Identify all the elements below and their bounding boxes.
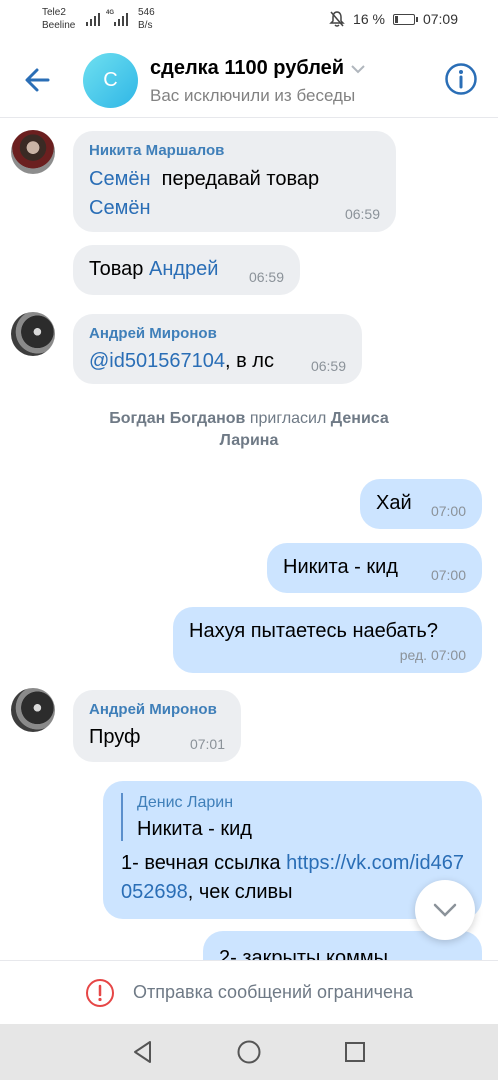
mention-link[interactable]: @id501567104 [89, 350, 225, 372]
mention-link[interactable]: Семён [89, 197, 150, 219]
nav-home-button[interactable] [235, 1038, 263, 1066]
carrier-1: Tele2 [42, 7, 66, 18]
chat-subtitle: Вас исключили из беседы [150, 86, 356, 105]
chat-header: С сделка 1100 рублей Вас исключили из бе… [0, 40, 498, 118]
avatar[interactable] [11, 312, 55, 356]
message-bubble[interactable]: Андрей Миронов Пруф 07:01 [73, 690, 241, 762]
avatar[interactable] [11, 130, 55, 174]
restriction-bar: Отправка сообщений ограничена [0, 960, 498, 1024]
restriction-text: Отправка сообщений ограничена [133, 982, 413, 1002]
message-text-part: передавай товар [161, 168, 320, 190]
message-text: Семён передавай товар [89, 165, 380, 194]
message-bubble[interactable]: Никита - кид 07:00 [267, 543, 482, 593]
carrier-names: Tele2 Beeline [42, 6, 75, 32]
message-sender[interactable]: Никита Маршалов [89, 141, 380, 161]
message-time: 06:59 [310, 358, 346, 374]
message-time: 07:01 [189, 736, 225, 752]
message-sender[interactable]: Андрей Миронов [89, 700, 225, 720]
reply-text: Никита - кид [137, 818, 252, 840]
square-recents-icon [345, 1042, 365, 1062]
chevron-down-icon [433, 903, 457, 917]
chat-title[interactable]: сделка 1100 рублей [150, 57, 366, 80]
info-icon [445, 63, 477, 95]
chevron-down-icon [351, 64, 365, 73]
scroll-down-button[interactable] [415, 880, 475, 940]
message-bubble[interactable]: Никита Маршалов Семён передавай товар Се… [73, 131, 396, 232]
speed-unit: B/s [138, 20, 153, 31]
avatar[interactable] [11, 688, 55, 732]
message-text: Хай [376, 492, 412, 514]
message-text: Товар [89, 258, 144, 280]
back-button[interactable] [20, 62, 56, 98]
carrier-2: Beeline [42, 20, 76, 31]
message-text: @id501567104, в лс [89, 348, 346, 374]
circle-home-icon [237, 1040, 261, 1064]
avatar-letter: С [103, 69, 118, 91]
info-button[interactable] [444, 62, 478, 96]
service-actor[interactable]: Богдан Богданов [109, 410, 245, 427]
message-text: 2- закрыты коммы [219, 947, 388, 960]
message-time: 07:00 [430, 567, 466, 583]
mention-link[interactable]: Андрей [149, 258, 218, 280]
triangle-back-icon [134, 1041, 151, 1063]
nav-recents-button[interactable] [341, 1038, 369, 1066]
message-feed[interactable]: Никита Маршалов Семён передавай товар Се… [0, 118, 498, 960]
message-bubble[interactable]: Андрей Миронов @id501567104, в лс 06:59 [73, 314, 362, 384]
message-time: 07:00 [430, 503, 466, 519]
error-circle-icon [86, 978, 114, 1007]
battery-icon [392, 13, 418, 25]
service-action: пригласил [249, 410, 327, 427]
mention-link[interactable]: Семён [89, 168, 150, 190]
reply-author: Денис Ларин [137, 794, 234, 811]
message-text: Нахуя пытаетесь наебать? [189, 620, 438, 642]
message-text-part: , чек сливы [187, 881, 293, 903]
network-speed: 546 B/s [138, 6, 155, 32]
speed-value: 546 [138, 7, 155, 18]
message-bubble[interactable]: Хай 07:00 [360, 479, 482, 529]
bell-muted-icon [329, 11, 345, 27]
message-text-part: 1- вечная ссылка [121, 852, 287, 874]
message-bubble[interactable]: Нахуя пытаетесь наебать? ред. 07:00 [173, 607, 482, 673]
system-nav-bar [0, 1024, 498, 1080]
chat-title-text: сделка 1100 рублей [150, 57, 345, 79]
network-type-1: 4G [106, 10, 115, 16]
message-time: 06:59 [248, 269, 284, 285]
arrow-left-icon [25, 68, 50, 92]
message-time: 06:59 [344, 206, 380, 222]
service-message: Богдан Богданов пригласил Дениса Ларина [90, 408, 408, 452]
status-right: 16 % 07:09 [329, 10, 458, 28]
status-bar: Tele2 Beeline 4G 546 B/s 16 % 07:09 [0, 0, 498, 40]
nav-back-button[interactable] [129, 1038, 157, 1066]
message-sender[interactable]: Андрей Миронов [89, 324, 346, 344]
message-text-part: , в лс [224, 350, 274, 372]
message-text: Никита - кид [283, 556, 398, 578]
signal-icon [114, 10, 128, 26]
message-time: ред. 07:00 [399, 647, 466, 663]
message-bubble[interactable]: Товар Андрей 06:59 [73, 245, 300, 295]
reply-quote[interactable]: Денис Ларин Никита - кид [121, 793, 464, 841]
message-text: 1- вечная ссылка https://vk.com/id467052… [121, 849, 464, 907]
clock: 07:09 [422, 11, 458, 27]
signal-icon [86, 10, 100, 26]
chat-avatar[interactable]: С [83, 53, 138, 108]
battery-percent: 16 % [353, 11, 385, 27]
